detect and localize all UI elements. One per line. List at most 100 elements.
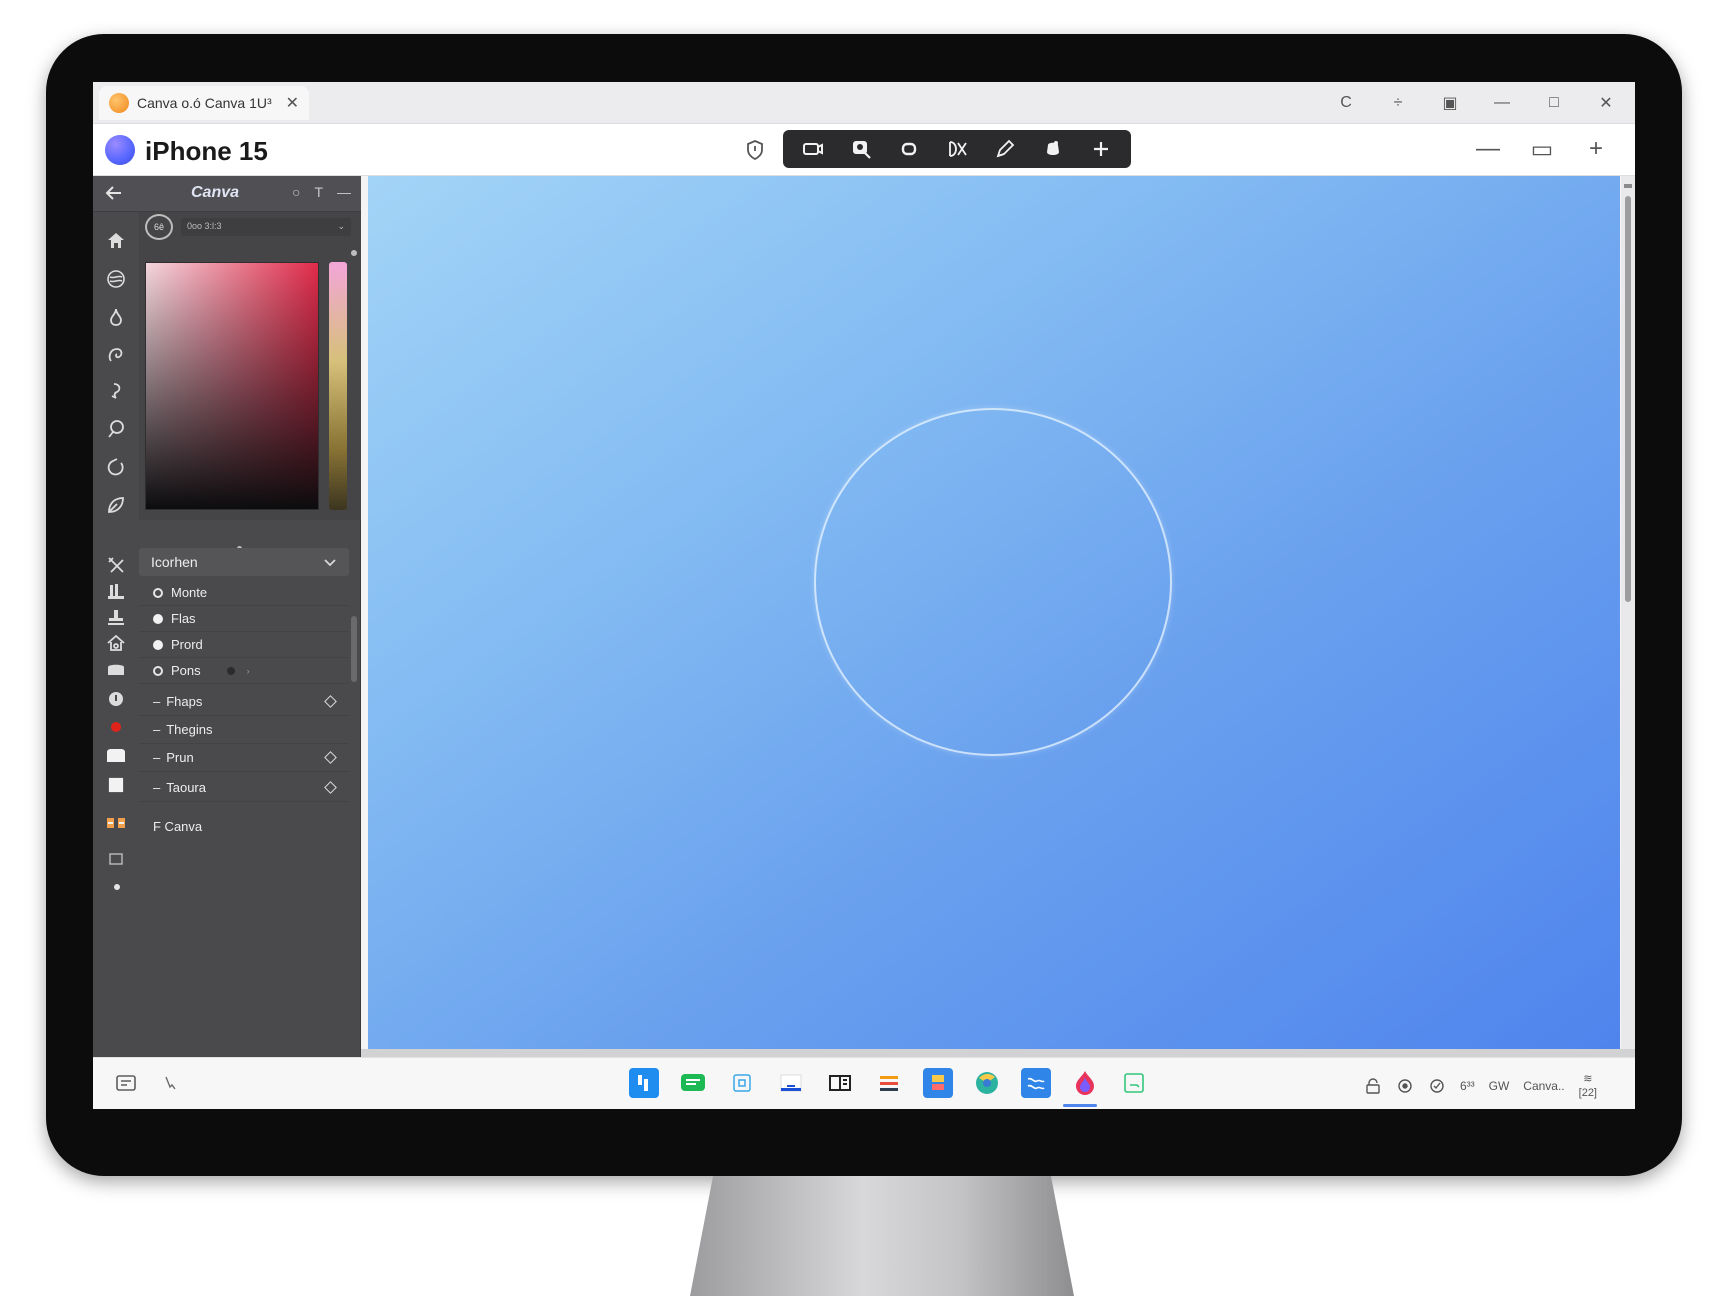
canva-layer-row[interactable]: F Canva [139, 812, 349, 840]
refresh-button[interactable]: C [1335, 92, 1357, 114]
home-icon[interactable] [105, 230, 127, 252]
scroll-up-cap[interactable] [1624, 184, 1632, 188]
fill-tool-button[interactable] [1039, 135, 1067, 163]
diamond-icon[interactable] [324, 695, 337, 708]
option-label: Pons [171, 663, 201, 678]
check-circle-icon[interactable] [1428, 1077, 1446, 1095]
scroll-thumb[interactable] [1625, 196, 1631, 602]
split-button[interactable]: ÷ [1387, 92, 1409, 114]
collapse-icon[interactable]: — [337, 184, 351, 200]
tab-close-icon[interactable]: ✕ [286, 93, 299, 113]
panel-header: Canva ○ T — [93, 176, 361, 212]
hue-slider[interactable] [329, 262, 347, 510]
circle-shape[interactable] [814, 408, 1172, 756]
tab-view-button[interactable]: ▣ [1439, 92, 1461, 114]
rotate-icon[interactable] [105, 456, 127, 478]
close-window-button[interactable]: ✕ [1595, 92, 1617, 114]
minimize-button[interactable]: — [1491, 92, 1513, 114]
radio-filled[interactable] [153, 639, 163, 650]
store-icon[interactable] [629, 1068, 659, 1098]
group-taoura[interactable]: – Taoura [139, 774, 349, 802]
browser-icon[interactable] [972, 1068, 1002, 1098]
panel-scrollbar[interactable] [351, 616, 357, 682]
canvas-vertical-scrollbar[interactable] [1621, 176, 1635, 1049]
record-icon[interactable] [1396, 1077, 1414, 1095]
taskbar-apps [629, 1068, 1149, 1098]
frame-icon[interactable] [727, 1068, 757, 1098]
mail-icon[interactable] [1021, 1068, 1051, 1098]
monitor-stand [690, 1176, 1074, 1296]
hook-icon[interactable] [105, 380, 127, 402]
browser-tab-bar: Canva o.ó Canva 1U³ ✕ C ÷ ▣ — □ ✕ [93, 82, 1635, 124]
widgets-icon[interactable] [115, 1074, 137, 1092]
frame-outline-icon[interactable] [105, 848, 127, 870]
diamond-icon[interactable] [324, 751, 337, 764]
house-gear-icon[interactable] [105, 632, 127, 654]
circle-icon[interactable]: ○ [292, 184, 300, 200]
chevron-down-icon [324, 559, 336, 567]
color-value-text: 0oo 3:l:3 [187, 221, 222, 231]
option-flas[interactable]: Flas [139, 606, 349, 632]
tools-icon[interactable] [105, 554, 127, 576]
tray-icon[interactable] [105, 658, 127, 680]
notes-icon[interactable] [1119, 1068, 1149, 1098]
maximize-button[interactable]: □ [1543, 92, 1565, 114]
tray-label-prefix: 6³³ [1459, 1079, 1475, 1093]
pen-tool-button[interactable] [991, 135, 1019, 163]
lasso-icon[interactable] [105, 418, 127, 440]
option-extras: › [226, 666, 250, 676]
eyedropper-button[interactable]: 6ê [145, 214, 173, 240]
option-monte[interactable]: Monte [139, 580, 349, 606]
docs-icon[interactable] [923, 1068, 953, 1098]
dash-icon: – [153, 780, 161, 795]
stamp-icon[interactable] [105, 606, 127, 628]
drop-icon[interactable] [105, 306, 127, 328]
shape-tool-button[interactable] [895, 135, 923, 163]
bars-icon[interactable] [105, 580, 127, 602]
text-icon[interactable]: T [314, 184, 323, 200]
files-icon[interactable] [776, 1068, 806, 1098]
radio-empty[interactable] [153, 587, 163, 598]
layer-dropdown[interactable]: Icorhen [139, 548, 349, 576]
chat-icon[interactable] [678, 1068, 708, 1098]
zoom-out-button[interactable]: — [1476, 134, 1500, 164]
add-tool-button[interactable] [1087, 135, 1115, 163]
spiral-icon[interactable] [105, 344, 127, 366]
clock[interactable]: ≋ [22] [1579, 1072, 1597, 1100]
option-prord[interactable]: Prord [139, 632, 349, 658]
cut-tool-button[interactable] [943, 135, 971, 163]
group-fhaps[interactable]: – Fhaps [139, 688, 349, 716]
info-circle-icon[interactable] [105, 688, 127, 710]
radio-filled[interactable] [153, 613, 163, 624]
globe-icon[interactable] [105, 268, 127, 290]
search-icon[interactable] [161, 1074, 177, 1092]
color-value-field[interactable]: 0oo 3:l:3 ⌄ [181, 218, 351, 236]
zoom-in-button[interactable]: + [1585, 134, 1607, 164]
option-pons[interactable]: Pons › [139, 658, 349, 684]
red-dot-icon[interactable] [105, 716, 127, 738]
people-icon[interactable] [105, 812, 127, 834]
lock-icon[interactable] [1364, 1077, 1382, 1095]
eyedropper-label: 6ê [153, 222, 164, 232]
zoom-fit-button[interactable]: ▭ [1531, 134, 1554, 164]
camera-tool-button[interactable] [799, 135, 827, 163]
design-canvas[interactable] [368, 176, 1620, 1049]
group-thegins[interactable]: – Thegins [139, 716, 349, 744]
shield-icon[interactable] [743, 138, 767, 162]
group-prun[interactable]: – Prun [139, 744, 349, 772]
canva-icon[interactable] [1070, 1068, 1100, 1098]
back-arrow-icon[interactable] [103, 182, 125, 204]
radio-empty[interactable] [153, 665, 163, 676]
browser-tab[interactable]: Canva o.ó Canva 1U³ ✕ [99, 86, 309, 120]
diamond-icon[interactable] [324, 781, 337, 794]
saturation-picker[interactable] [145, 262, 319, 510]
leaf-icon[interactable] [105, 494, 127, 516]
fill-icon [1047, 141, 1059, 155]
square-icon[interactable] [105, 774, 127, 796]
tray-label-canva[interactable]: Canva.. [1523, 1079, 1564, 1093]
folder-icon[interactable] [105, 744, 127, 766]
panel-title: Canva [191, 184, 240, 201]
image-search-tool-button[interactable] [847, 135, 875, 163]
terminal-icon[interactable] [825, 1068, 855, 1098]
palette-icon[interactable] [874, 1068, 904, 1098]
